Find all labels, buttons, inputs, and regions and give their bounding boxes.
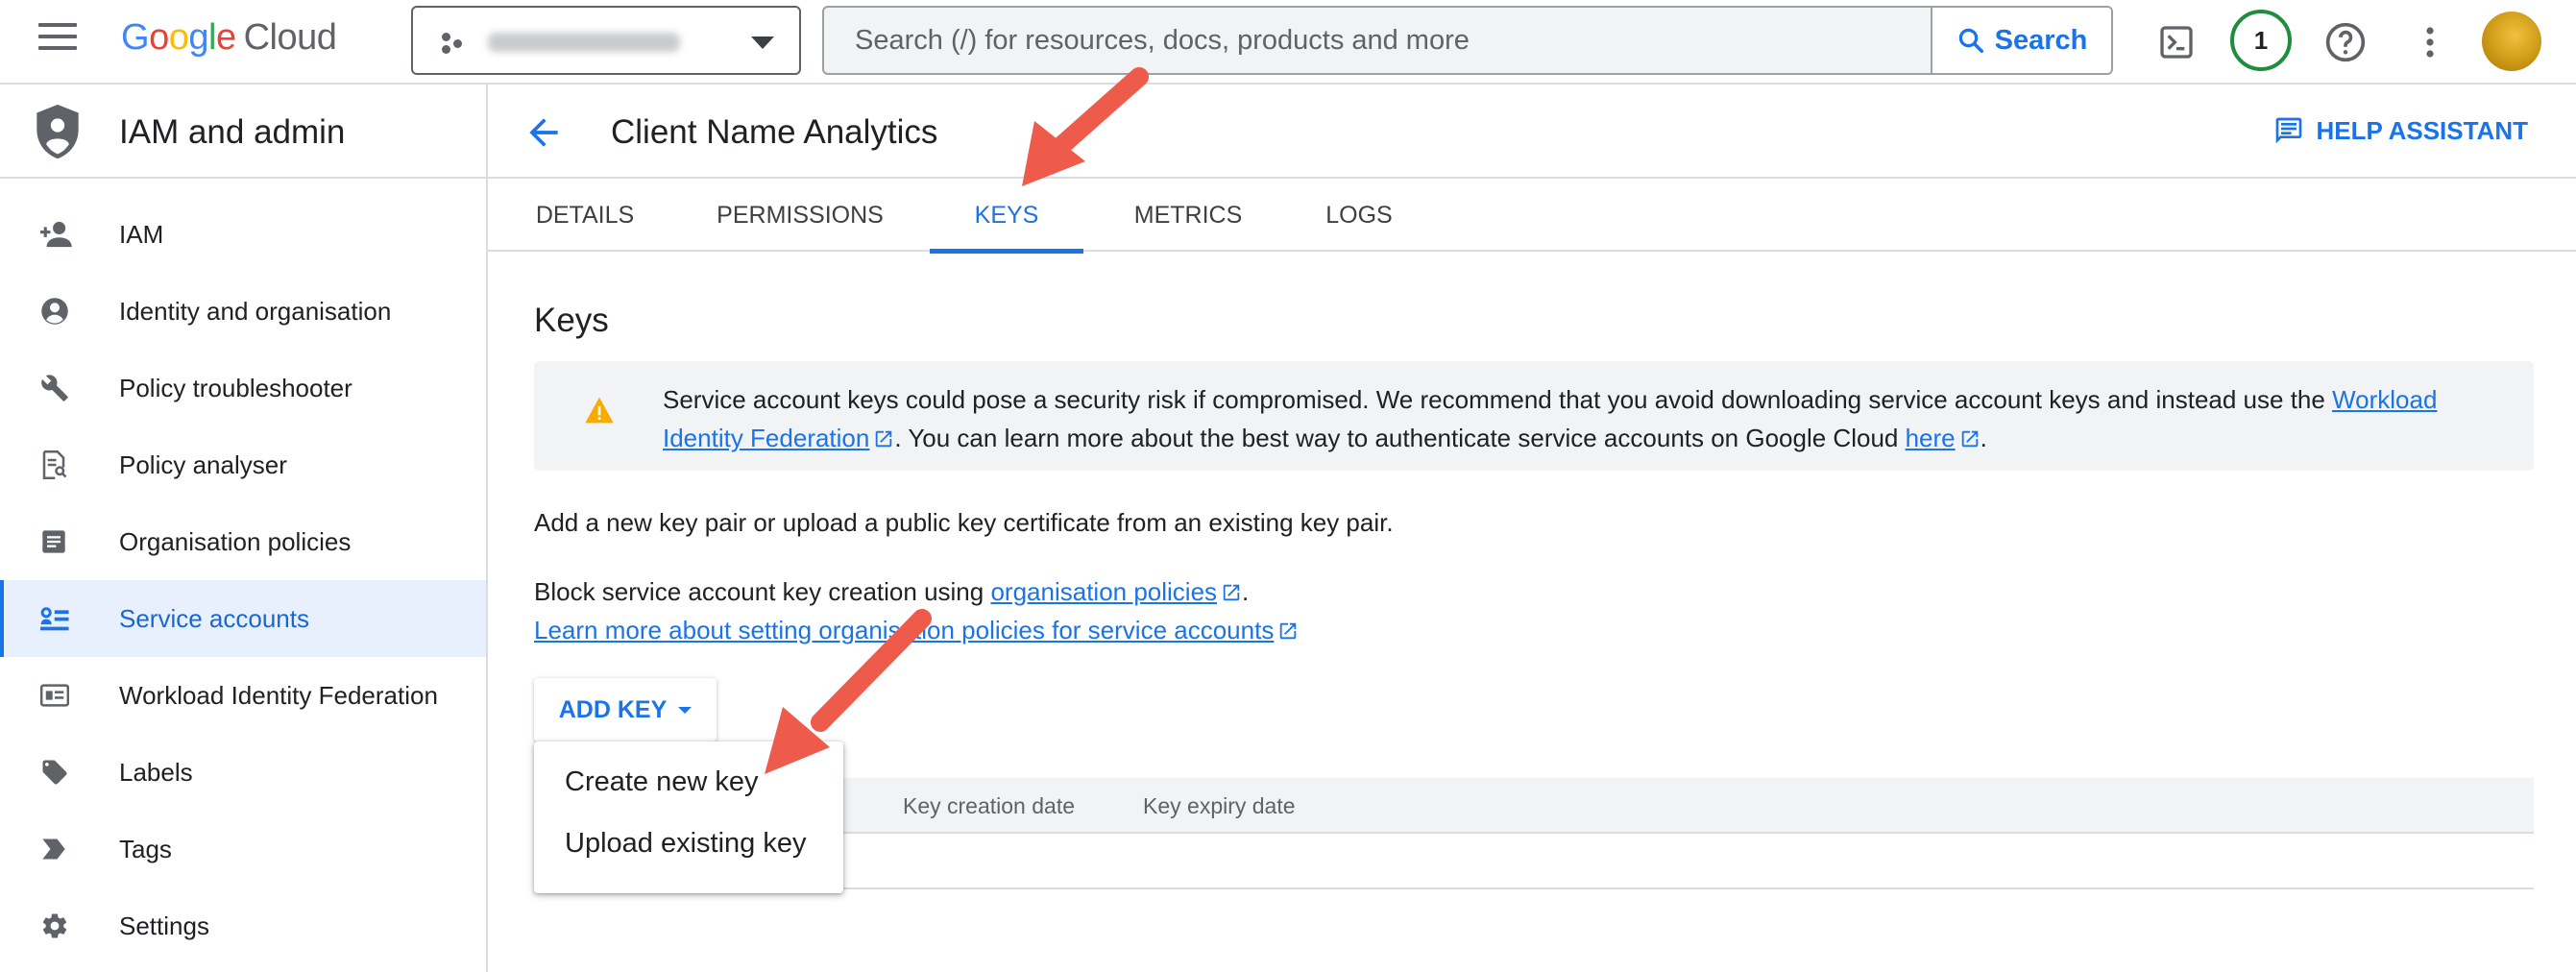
external-link-icon — [1961, 430, 1978, 448]
sidebar-item-tags[interactable]: Tags — [0, 811, 486, 887]
label-icon — [0, 758, 119, 787]
sidebar-item-labels[interactable]: Labels — [0, 734, 486, 811]
sidebar-item-workload-identity-federation[interactable]: Workload Identity Federation — [0, 657, 486, 734]
learn-more-here-link[interactable]: here — [1906, 424, 1956, 452]
external-link-icon — [876, 430, 892, 448]
tab-permissions[interactable]: PERMISSIONS — [711, 179, 889, 252]
tab-logs[interactable]: LOGS — [1316, 179, 1402, 252]
search-button[interactable]: Search — [1931, 8, 2111, 73]
project-icon — [442, 33, 463, 54]
menu-item-create-new-key[interactable]: Create new key — [534, 751, 843, 813]
organisation-policies-link[interactable]: organisation policies — [990, 577, 1217, 606]
chevron-down-icon — [751, 36, 774, 49]
sidebar-item-label: Tags — [119, 834, 172, 863]
document-search-icon — [0, 450, 119, 479]
learn-more-line: Learn more about setting organisation po… — [534, 611, 1299, 649]
tag-icon — [0, 837, 119, 862]
sidebar-title: IAM and admin — [119, 113, 346, 151]
page-title: Client Name Analytics — [611, 113, 938, 151]
tab-details[interactable]: DETAILS — [534, 179, 636, 252]
column-header-key-expiry-date: Key expiry date — [1143, 793, 1296, 818]
learn-more-org-policies-link[interactable]: Learn more about setting organisation po… — [534, 616, 1274, 644]
service-account-icon — [0, 605, 119, 632]
back-arrow-icon[interactable] — [522, 111, 565, 154]
external-link-icon — [1223, 584, 1240, 601]
sidebar-item-service-accounts[interactable]: Service accounts — [0, 580, 486, 657]
sidebar-item-label: Policy analyser — [119, 450, 287, 479]
dropdown-caret-icon — [678, 706, 693, 714]
sidebar-item-iam[interactable]: IAM — [0, 196, 486, 273]
sidebar-item-label: Workload Identity Federation — [119, 680, 438, 710]
block-key-creation-text: Block service account key creation using… — [534, 577, 1250, 606]
sidebar: IAM and admin IAM Identity and organisat… — [0, 85, 488, 972]
search-icon — [1958, 28, 1983, 53]
tab-bar: DETAILS PERMISSIONS KEYS METRICS LOGS — [488, 179, 2576, 254]
sidebar-item-settings[interactable]: Settings — [0, 887, 486, 964]
sidebar-item-label: Identity and organisation — [119, 296, 392, 326]
help-icon[interactable] — [2321, 17, 2370, 67]
tab-metrics[interactable]: METRICS — [1126, 179, 1251, 252]
sidebar-item-label: Policy troubleshooter — [119, 373, 352, 402]
chat-icon — [2276, 117, 2302, 144]
sidebar-item-identity-and-organisation[interactable]: Identity and organisation — [0, 273, 486, 350]
avatar[interactable] — [2482, 12, 2541, 71]
sidebar-header: IAM and admin — [0, 85, 486, 179]
more-vert-icon[interactable] — [2405, 17, 2455, 67]
id-card-icon — [0, 684, 119, 707]
add-key-menu: Create new key Upload existing key — [534, 741, 843, 893]
top-bar: GoogleCloud Search 1 — [0, 0, 2576, 85]
workload-identity-federation-link[interactable]: Workload — [2332, 385, 2437, 414]
warning-icon — [585, 397, 614, 424]
sidebar-item-label: IAM — [119, 219, 164, 249]
search-input[interactable] — [824, 8, 1934, 73]
menu-item-upload-existing-key[interactable]: Upload existing key — [534, 813, 843, 874]
account-circle-icon — [0, 297, 119, 326]
sidebar-item-label: Labels — [119, 757, 193, 787]
sidebar-item-organisation-policies[interactable]: Organisation policies — [0, 503, 486, 580]
wrench-icon — [0, 374, 119, 402]
article-icon — [0, 528, 119, 555]
add-key-pair-description: Add a new key pair or upload a public ke… — [534, 508, 1394, 537]
google-cloud-logo[interactable]: Google Cloud — [121, 17, 337, 59]
gear-icon — [0, 911, 119, 940]
sidebar-item-policy-analyser[interactable]: Policy analyser — [0, 426, 486, 503]
add-key-button[interactable]: ADD KEY — [534, 678, 717, 741]
search-bar: Search — [822, 6, 2113, 75]
tab-keys[interactable]: KEYS — [930, 179, 1083, 254]
sidebar-item-policy-troubleshooter[interactable]: Policy troubleshooter — [0, 350, 486, 426]
page-header: Client Name Analytics HELP ASSISTANT — [488, 85, 2576, 179]
notification-badge[interactable]: 1 — [2230, 10, 2292, 71]
external-link-icon — [1280, 622, 1297, 640]
sidebar-item-label: Organisation policies — [119, 526, 352, 556]
column-header-key-creation-date: Key creation date — [903, 793, 1076, 818]
shield-icon — [36, 104, 79, 159]
project-name-redacted — [488, 33, 680, 52]
sidebar-item-label: Service accounts — [119, 603, 309, 633]
help-assistant-button[interactable]: HELP ASSISTANT — [2273, 115, 2528, 146]
sidebar-item-label: Settings — [119, 911, 209, 940]
terminal-icon[interactable] — [2151, 17, 2201, 67]
warning-banner: Service account keys could pose a securi… — [534, 361, 2534, 471]
warning-message: Service account keys could pose a securi… — [663, 385, 2438, 452]
person-add-icon — [0, 220, 119, 249]
section-title: Keys — [534, 302, 609, 339]
project-picker[interactable] — [411, 6, 801, 75]
workload-identity-federation-link-cont[interactable]: Identity Federation — [663, 424, 869, 452]
menu-icon[interactable] — [38, 23, 77, 61]
